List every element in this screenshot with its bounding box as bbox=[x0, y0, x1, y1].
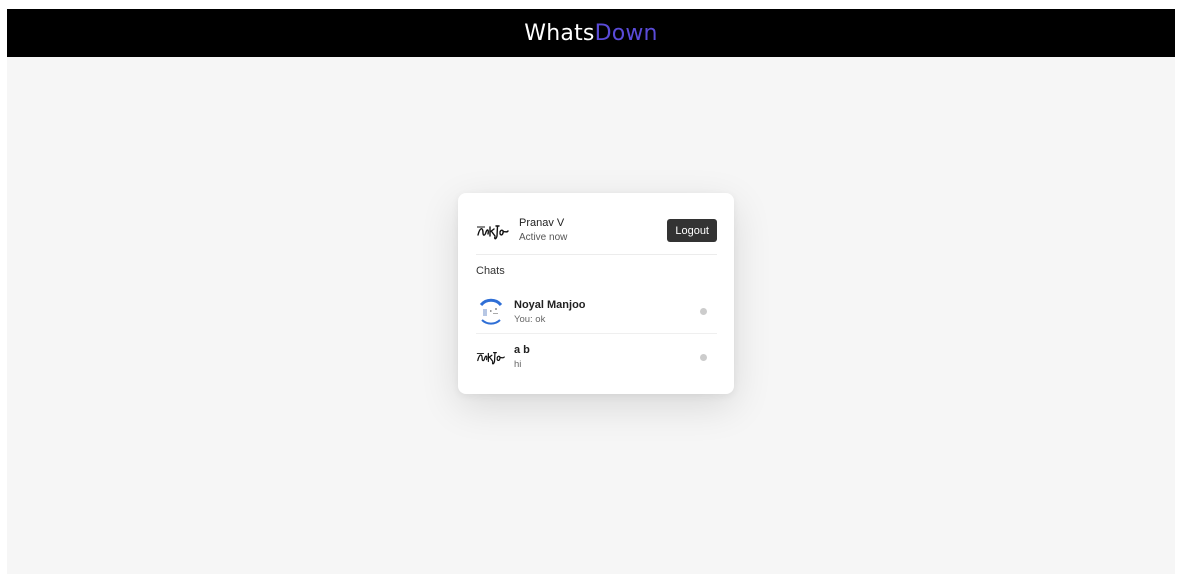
chat-panel: Pranav V Active now Logout Chats Noyal M… bbox=[458, 193, 734, 394]
logout-button[interactable]: Logout bbox=[667, 219, 717, 242]
app-frame: WhatsDown Pranav V Active now Logout Cha… bbox=[7, 9, 1175, 574]
current-user-status: Active now bbox=[519, 232, 568, 243]
current-user-info: Pranav V Active now bbox=[519, 216, 567, 245]
chat-last-message: hi bbox=[514, 359, 522, 370]
chat-last-message: You: ok bbox=[514, 313, 546, 325]
top-bar: WhatsDown bbox=[7, 9, 1175, 57]
app-title-primary: Whats bbox=[524, 20, 595, 46]
online-status-dot bbox=[700, 308, 707, 315]
signature-avatar-icon bbox=[476, 214, 510, 248]
chat-info: Noyal Manjoo You: ok bbox=[514, 298, 586, 326]
online-status-dot bbox=[700, 353, 707, 361]
current-user-header: Pranav V Active now Logout bbox=[476, 207, 717, 255]
app-title-accent: Down bbox=[594, 20, 658, 46]
signature-avatar-icon bbox=[476, 342, 506, 372]
chat-info: a b hi bbox=[514, 343, 530, 371]
chat-list-item[interactable]: a b hi bbox=[476, 335, 717, 379]
profile-photo-avatar-icon bbox=[476, 297, 506, 327]
chat-contact-name: Noyal Manjoo bbox=[514, 298, 586, 311]
current-user-name: Pranav V bbox=[519, 217, 565, 229]
app-title: WhatsDown bbox=[524, 21, 657, 46]
chat-contact-name: a b bbox=[514, 344, 530, 356]
chats-section-title: Chats bbox=[476, 265, 505, 277]
chat-list-item[interactable]: Noyal Manjoo You: ok bbox=[476, 290, 717, 334]
